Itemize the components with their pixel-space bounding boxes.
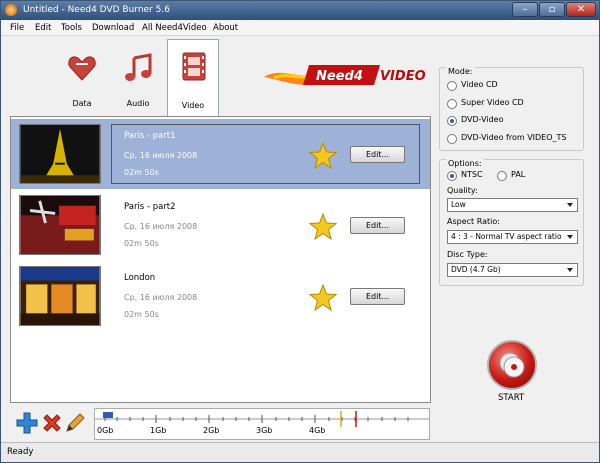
quality-label: Quality: bbox=[447, 186, 478, 195]
bottom-toolbar: 0Gb 1Gb 2Gb 3Gb 4Gb bbox=[10, 408, 431, 440]
category-tabs: Data Audio Video Need4 VIDEO bbox=[10, 37, 431, 116]
disc-icon bbox=[499, 352, 525, 378]
pencil-icon[interactable] bbox=[64, 412, 86, 434]
video-duration: 02m 50s bbox=[124, 310, 159, 319]
video-list-item[interactable]: London Ср, 16 июля 2008 02m 50s Edit... bbox=[11, 261, 430, 331]
menu-about[interactable]: About bbox=[213, 23, 238, 33]
menu-all-need4video[interactable]: All Need4Video bbox=[142, 23, 207, 33]
status-bar: Ready bbox=[1, 442, 599, 462]
svg-text:VIDEO: VIDEO bbox=[380, 69, 426, 84]
title-bar: Untitled - Need4 DVD Burner 5.6 – ▫ ✕ bbox=[1, 1, 599, 20]
app-window: Untitled - Need4 DVD Burner 5.6 – ▫ ✕ Fi… bbox=[0, 0, 600, 463]
video-title: Paris - part1 bbox=[124, 131, 176, 141]
maximize-button[interactable]: ▫ bbox=[539, 2, 565, 17]
star-icon[interactable] bbox=[309, 142, 337, 169]
edit-button[interactable]: Edit... bbox=[350, 217, 405, 234]
start-button[interactable] bbox=[487, 340, 537, 390]
tick-label-0gb: 0Gb bbox=[97, 426, 114, 435]
svg-text:Need4: Need4 bbox=[316, 69, 363, 84]
radio-video-cd[interactable] bbox=[447, 81, 457, 91]
video-date: Ср, 16 июля 2008 bbox=[124, 293, 198, 302]
disc-capacity-timeline[interactable]: 0Gb 1Gb 2Gb 3Gb 4Gb bbox=[94, 408, 430, 440]
video-title: Paris - part2 bbox=[124, 202, 176, 212]
video-duration: 02m 50s bbox=[124, 239, 159, 248]
radio-super-video-cd[interactable] bbox=[447, 99, 457, 109]
menu-file[interactable]: File bbox=[10, 23, 24, 33]
data-heart-icon bbox=[68, 56, 96, 81]
radio-dvd-video-ts[interactable] bbox=[447, 134, 457, 144]
window-title: Untitled - Need4 DVD Burner 5.6 bbox=[23, 5, 170, 15]
menu-bar: File Edit Tools Download All Need4Video … bbox=[1, 20, 599, 36]
options-label: Options: bbox=[446, 159, 484, 168]
radio-pal-label: PAL bbox=[511, 170, 526, 179]
radio-dvd-video-label: DVD-Video bbox=[461, 115, 504, 124]
video-date: Ср, 16 июля 2008 bbox=[124, 151, 198, 160]
video-list-item[interactable]: Paris - part1 Ср, 16 июля 2008 02m 50s E… bbox=[11, 119, 430, 189]
tab-audio-label: Audio bbox=[126, 99, 150, 108]
disc-type-select[interactable]: DVD (4.7 Gb) bbox=[447, 263, 578, 277]
video-list[interactable]: Paris - part1 Ср, 16 июля 2008 02m 50s E… bbox=[10, 116, 431, 403]
options-group: Options: NTSC PAL Quality: Low Aspect Ra… bbox=[439, 159, 584, 286]
video-thumbnail bbox=[19, 124, 101, 184]
video-date: Ср, 16 июля 2008 bbox=[124, 222, 198, 231]
radio-dvd-video[interactable] bbox=[447, 116, 457, 126]
video-thumbnail bbox=[19, 195, 101, 255]
radio-pal[interactable] bbox=[497, 171, 507, 181]
add-icon[interactable] bbox=[16, 412, 38, 434]
mode-label: Mode: bbox=[446, 67, 475, 76]
radio-video-cd-label: Video CD bbox=[461, 80, 498, 89]
video-duration: 02m 50s bbox=[124, 168, 159, 177]
tab-data[interactable]: Data bbox=[56, 42, 108, 114]
need4video-logo: Need4 VIDEO bbox=[264, 65, 426, 86]
tick-label-3gb: 3Gb bbox=[256, 426, 273, 435]
menu-tools[interactable]: Tools bbox=[61, 23, 82, 33]
edit-button[interactable]: Edit... bbox=[350, 288, 405, 305]
radio-ntsc-label: NTSC bbox=[461, 170, 483, 179]
tab-audio[interactable]: Audio bbox=[112, 42, 164, 114]
radio-ntsc[interactable] bbox=[447, 171, 457, 181]
radio-super-video-cd-label: Super Video CD bbox=[461, 98, 524, 107]
tab-data-label: Data bbox=[72, 99, 92, 108]
remove-icon[interactable] bbox=[41, 412, 63, 434]
tab-video[interactable]: Video bbox=[167, 39, 219, 116]
aspect-ratio-label: Aspect Ratio: bbox=[447, 217, 500, 226]
tick-label-1gb: 1Gb bbox=[150, 426, 167, 435]
status-text: Ready bbox=[7, 447, 34, 457]
close-button[interactable]: ✕ bbox=[566, 2, 596, 17]
tab-video-label: Video bbox=[181, 101, 205, 110]
aspect-ratio-select[interactable]: 4 : 3 - Normal TV aspect ratio bbox=[447, 230, 578, 244]
tick-label-2gb: 2Gb bbox=[203, 426, 220, 435]
menu-edit[interactable]: Edit bbox=[35, 23, 51, 33]
radio-dvd-video-ts-label: DVD-Video from VIDEO_TS bbox=[461, 133, 567, 142]
mode-group: Mode: Video CD Super Video CD DVD-Video … bbox=[439, 67, 584, 151]
star-icon[interactable] bbox=[309, 213, 337, 240]
app-icon bbox=[5, 4, 17, 16]
film-icon bbox=[182, 52, 206, 81]
video-list-item[interactable]: Paris - part2 Ср, 16 июля 2008 02m 50s E… bbox=[11, 190, 430, 260]
edit-button[interactable]: Edit... bbox=[350, 146, 405, 163]
disc-type-label: Disc Type: bbox=[447, 250, 488, 259]
video-thumbnail bbox=[19, 266, 101, 326]
menu-download[interactable]: Download bbox=[92, 23, 134, 33]
video-title: London bbox=[124, 273, 156, 283]
start-label: START bbox=[498, 393, 525, 403]
quality-select[interactable]: Low bbox=[447, 198, 578, 212]
minimize-button[interactable]: – bbox=[512, 2, 538, 17]
star-icon[interactable] bbox=[309, 284, 337, 311]
music-note-icon bbox=[125, 53, 152, 81]
tick-label-4gb: 4Gb bbox=[309, 426, 326, 435]
